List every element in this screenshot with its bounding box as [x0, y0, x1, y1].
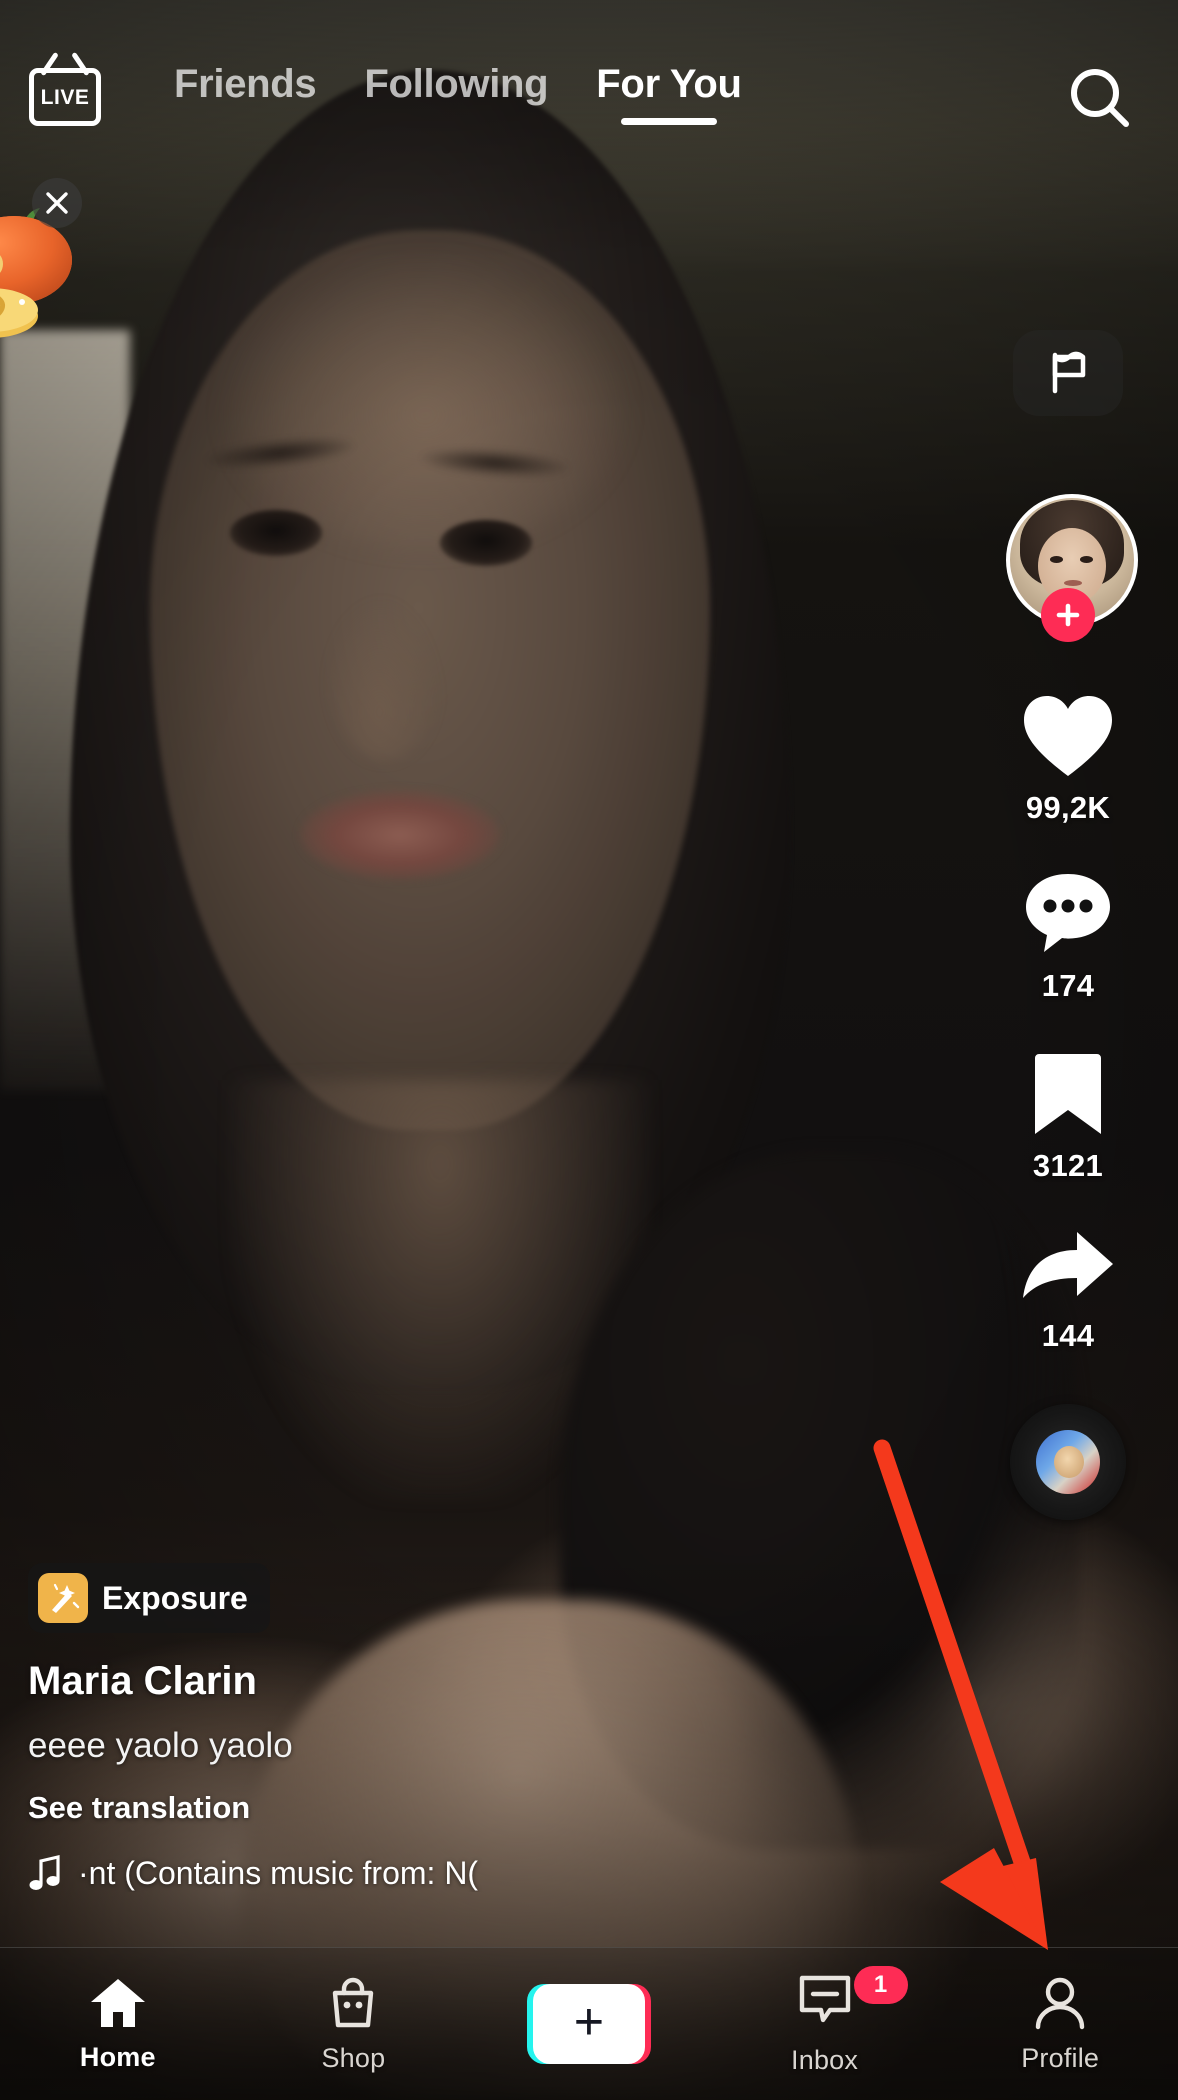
- plus-icon: [1056, 603, 1080, 627]
- nav-item-home[interactable]: Home: [18, 1959, 218, 2089]
- follow-button[interactable]: [1041, 588, 1095, 642]
- create-plus-icon: +: [526, 1984, 651, 2064]
- music-disc-icon: [1036, 1430, 1100, 1494]
- tab-friends-label: Friends: [174, 62, 317, 106]
- tab-following[interactable]: Following: [340, 62, 572, 107]
- nav-item-inbox-label: Inbox: [791, 2045, 859, 2075]
- effect-badge[interactable]: Exposure: [28, 1563, 270, 1633]
- action-rail: 99,2K 174 3121 144: [992, 330, 1144, 1520]
- nav-item-create[interactable]: +: [489, 1959, 689, 2089]
- music-title: ·nt (Contains music from: N(: [78, 1854, 479, 1891]
- share-button[interactable]: 144: [1019, 1228, 1117, 1354]
- inbox-icon: [799, 1975, 850, 2023]
- search-icon: [1071, 69, 1129, 127]
- comment-icon: [1026, 874, 1110, 952]
- tab-for-you-label: For You: [596, 62, 742, 106]
- live-button[interactable]: LIVE: [29, 58, 101, 136]
- music-row[interactable]: ·nt (Contains music from: N(: [28, 1854, 688, 1892]
- comment-button[interactable]: 174: [1022, 870, 1114, 1004]
- avatar-eye-left: [1050, 556, 1063, 563]
- tab-following-label: Following: [364, 62, 549, 106]
- profile-person-icon: [1035, 1977, 1085, 2029]
- music-note-icon: [29, 1854, 60, 1890]
- top-navigation-bar: LIVE Friends Following For You: [0, 0, 1178, 190]
- bookmark-icon: [1035, 1054, 1101, 1134]
- creator-avatar-button[interactable]: [1006, 494, 1138, 642]
- music-disc-button[interactable]: [1010, 1404, 1126, 1520]
- like-button[interactable]: 99,2K: [1020, 692, 1116, 826]
- nav-item-shop[interactable]: Shop: [253, 1959, 453, 2089]
- report-button-background: [1013, 330, 1123, 416]
- nav-item-profile-label: Profile: [1021, 2042, 1100, 2073]
- bookmark-count: 3121: [1032, 1148, 1104, 1183]
- effect-badge-label: Exposure: [102, 1579, 248, 1616]
- home-icon: [90, 1978, 145, 2027]
- live-tv-icon: LIVE: [29, 68, 101, 126]
- tab-active-indicator: [620, 118, 717, 125]
- see-translation-link[interactable]: See translation: [28, 1790, 688, 1826]
- bottom-navigation-bar: Home Shop + 1 Inbox Profile: [0, 1947, 1178, 2100]
- search-button[interactable]: [1064, 62, 1136, 134]
- magic-wand-glyph: [52, 1583, 80, 1613]
- create-plus-glyph: +: [573, 1993, 605, 2051]
- live-label: LIVE: [40, 85, 90, 109]
- report-button[interactable]: [1013, 330, 1123, 416]
- feed-tabs: Friends Following For You: [150, 62, 766, 125]
- avatar-eye-right: [1080, 556, 1093, 563]
- tab-for-you[interactable]: For You: [572, 62, 765, 125]
- nav-item-inbox[interactable]: 1 Inbox: [725, 1959, 925, 2089]
- tiktok-feed-screen: LIVE Friends Following For You 99,2K 174…: [0, 0, 1178, 2100]
- magic-wand-icon: [38, 1573, 88, 1623]
- avatar-mouth: [1064, 580, 1082, 586]
- flag-icon: [1052, 351, 1086, 394]
- caption-text: eeee yaolo yaolo: [28, 1726, 293, 1765]
- nav-item-shop-label: Shop: [321, 2042, 386, 2073]
- close-icon: [46, 192, 68, 214]
- shop-bag-icon: [333, 1977, 374, 2027]
- creator-name[interactable]: Maria Clarin: [28, 1659, 688, 1704]
- share-count: 144: [1041, 1318, 1095, 1353]
- create-white-layer: +: [532, 1984, 645, 2064]
- inbox-badge: 1: [853, 1966, 908, 2004]
- heart-icon: [1024, 696, 1112, 776]
- close-sticker-button[interactable]: [32, 178, 82, 228]
- like-count: 99,2K: [1025, 790, 1111, 825]
- nav-item-profile[interactable]: Profile: [960, 1959, 1160, 2089]
- video-caption: Exposure Maria Clarin eeee yaolo yaolo S…: [28, 1563, 688, 1892]
- bookmark-button[interactable]: 3121: [1031, 1048, 1105, 1184]
- nav-item-home-label: Home: [79, 2041, 156, 2072]
- share-arrow-icon: [1023, 1232, 1113, 1298]
- comment-count: 174: [1041, 968, 1095, 1003]
- tab-friends[interactable]: Friends: [150, 62, 340, 107]
